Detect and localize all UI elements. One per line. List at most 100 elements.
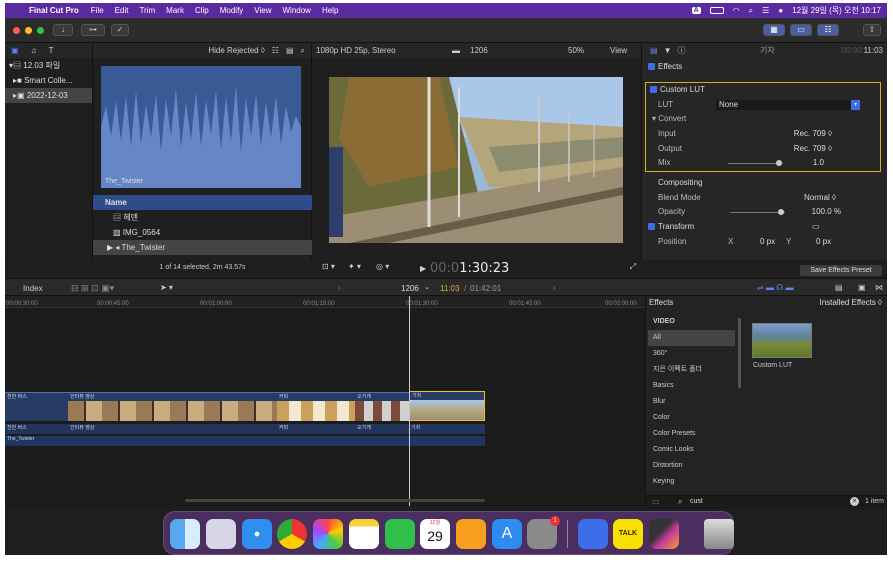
- color-inspector-icon[interactable]: ▼: [664, 46, 672, 55]
- category-item[interactable]: Blur: [648, 394, 735, 410]
- playhead[interactable]: [409, 296, 410, 506]
- view-menu[interactable]: View: [610, 46, 627, 55]
- category-item[interactable]: 지은 이펙트 폴더: [648, 362, 735, 378]
- edit-buttons[interactable]: ⊟ ⊞ ⊡ ▣▾: [71, 283, 114, 294]
- effects-search-input[interactable]: cust: [690, 498, 703, 505]
- input-select[interactable]: Rec. 709 ◊: [794, 127, 832, 142]
- checkbox-icon[interactable]: [648, 223, 655, 231]
- menu-trim[interactable]: Trim: [139, 6, 155, 15]
- timeline-clip[interactable]: 인터뷰 영상: [68, 392, 277, 421]
- mix-value[interactable]: 1.0: [813, 156, 824, 171]
- clip-appearance-icon[interactable]: ▣: [858, 283, 866, 292]
- menu-clip[interactable]: Clip: [195, 6, 209, 15]
- chevron-down-icon[interactable]: ⌄: [424, 283, 430, 291]
- timeline-clip-number[interactable]: 1206: [401, 284, 419, 293]
- category-item[interactable]: Keying: [648, 474, 735, 490]
- forward-arrow-icon[interactable]: ›: [553, 283, 556, 292]
- control-center-icon[interactable]: ☰: [762, 6, 769, 15]
- transform-header[interactable]: Transform ▭: [642, 220, 887, 235]
- blend-mode-select[interactable]: Normal ◊: [804, 191, 836, 206]
- menu-file[interactable]: File: [91, 6, 104, 15]
- keywords-button[interactable]: ⊶: [81, 24, 105, 36]
- zoom-level[interactable]: 50%: [568, 46, 584, 55]
- opacity-value[interactable]: 100.0 %: [812, 205, 841, 220]
- lut-effect-header[interactable]: Custom LUT: [646, 83, 880, 98]
- titles-icon[interactable]: T: [49, 46, 54, 55]
- chrome-icon[interactable]: [277, 519, 307, 549]
- menu-help[interactable]: Help: [322, 6, 338, 15]
- pages-icon[interactable]: [456, 519, 486, 549]
- select-tool-icon[interactable]: ➤ ▾: [160, 283, 173, 292]
- speed-icon[interactable]: ◎ ▾: [376, 262, 389, 271]
- search-icon[interactable]: ⌕: [749, 6, 753, 16]
- photos-icon[interactable]: [313, 519, 343, 549]
- viewer-image[interactable]: [329, 77, 623, 243]
- info-inspector-icon[interactable]: ⓘ: [677, 45, 685, 56]
- effect-thumbnail[interactable]: [752, 323, 812, 358]
- compositing-header[interactable]: Compositing: [642, 176, 887, 191]
- search-icon[interactable]: ⌕: [301, 46, 305, 56]
- hide-rejected-filter[interactable]: Hide Rejected ◊: [208, 46, 264, 55]
- layout-inspector-button[interactable]: ☷: [817, 24, 839, 36]
- layout-browser-button[interactable]: ▦: [763, 24, 785, 36]
- libraries-icon[interactable]: ▣: [11, 46, 19, 55]
- notes-icon[interactable]: [349, 519, 379, 549]
- audio-track[interactable]: 기차: [409, 424, 485, 434]
- timeline-clip[interactable]: 천만 버스: [5, 392, 68, 421]
- minimize-window-button[interactable]: [25, 27, 32, 34]
- final-cut-pro-icon[interactable]: [649, 519, 679, 549]
- opacity-slider[interactable]: [730, 212, 785, 214]
- menu-edit[interactable]: Edit: [115, 6, 129, 15]
- safari-icon[interactable]: [242, 519, 272, 549]
- share-button[interactable]: ⇪: [863, 24, 881, 36]
- library-item[interactable]: ▾▤ 12.03 파일: [5, 58, 92, 73]
- clock[interactable]: 12월 29일 (목) 오전 10:17: [792, 5, 881, 16]
- mix-slider-knob[interactable]: [776, 160, 782, 167]
- clip-appearance-icon[interactable]: ☷: [272, 46, 279, 55]
- menu-window[interactable]: Window: [283, 6, 311, 15]
- list-header[interactable]: Name: [93, 195, 312, 210]
- transform-overlay-icon[interactable]: ▭: [812, 220, 820, 235]
- mail-app-icon[interactable]: [578, 519, 608, 549]
- category-item[interactable]: All: [648, 330, 735, 346]
- filmstrip-icon[interactable]: ▤: [286, 46, 294, 55]
- category-item[interactable]: Comic Looks: [648, 442, 735, 458]
- opacity-slider-knob[interactable]: [778, 209, 784, 216]
- position-x-value[interactable]: 0 px: [760, 235, 775, 250]
- output-select[interactable]: Rec. 709 ◊: [794, 142, 832, 157]
- category-item[interactable]: Distortion: [648, 458, 735, 474]
- position-y-value[interactable]: 0 px: [816, 235, 831, 250]
- timeline-scrollbar[interactable]: [185, 499, 485, 502]
- menu-modify[interactable]: Modify: [220, 6, 244, 15]
- lut-select[interactable]: None ▾: [716, 99, 860, 110]
- clear-search-icon[interactable]: ×: [850, 497, 859, 506]
- background-tasks-button[interactable]: ✓: [111, 24, 129, 36]
- clip-thumbnail[interactable]: The_Twister: [101, 66, 301, 188]
- kakaotalk-icon[interactable]: TALK: [613, 519, 643, 549]
- effects-section-header[interactable]: Effects: [642, 60, 887, 75]
- menu-view[interactable]: View: [254, 6, 271, 15]
- zoom-window-button[interactable]: [37, 27, 44, 34]
- launchpad-icon[interactable]: [206, 519, 236, 549]
- category-item[interactable]: 360°: [648, 346, 735, 362]
- finder-icon[interactable]: [170, 519, 200, 549]
- smart-collection-item[interactable]: ▸■ Smart Colle...: [5, 73, 92, 88]
- menu-app-name[interactable]: Final Cut Pro: [29, 6, 79, 15]
- list-item[interactable]: ▤ 헤덴: [93, 210, 312, 225]
- sidebar-toggle-icon[interactable]: ▭: [652, 497, 660, 506]
- list-item[interactable]: ▶ ◂ The_Twister: [93, 240, 312, 255]
- transitions-icon[interactable]: ⋈: [875, 283, 883, 292]
- menu-mark[interactable]: Mark: [166, 6, 184, 15]
- convert-row[interactable]: ▾ Convert: [646, 112, 880, 127]
- audio-track[interactable]: 인터뷰 영상: [68, 424, 277, 434]
- category-item[interactable]: Color: [648, 410, 735, 426]
- event-item[interactable]: ▸▣ 2022-12-03: [5, 88, 92, 103]
- transform-tool-icon[interactable]: ⊡ ▾: [322, 262, 335, 271]
- installed-effects-menu[interactable]: Installed Effects ◊: [819, 298, 882, 307]
- timeline-clip[interactable]: 커피: [277, 392, 355, 421]
- category-scrollbar[interactable]: [738, 318, 741, 388]
- effects-browser-icon[interactable]: ▤: [835, 283, 843, 292]
- category-item[interactable]: Basics: [648, 378, 735, 394]
- import-button[interactable]: ↓: [53, 24, 73, 36]
- video-inspector-icon[interactable]: ▤: [650, 46, 658, 55]
